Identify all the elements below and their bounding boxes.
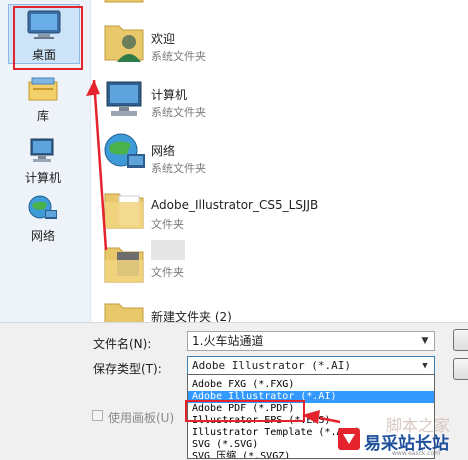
sidebar-item-label: 网络 xyxy=(30,229,55,243)
sidebar-item-library[interactable]: 库 xyxy=(8,76,78,126)
sidebar-item-label: 桌面 xyxy=(31,48,56,62)
folder-icon xyxy=(104,0,144,3)
watermark-logo xyxy=(338,428,360,450)
network-icon xyxy=(28,195,57,219)
arrow-head-left xyxy=(302,410,320,424)
user-folder-icon xyxy=(104,25,144,62)
chevron-down-icon[interactable]: ▼ xyxy=(419,332,431,350)
cancel-button[interactable] xyxy=(453,358,468,380)
arrow-head-up xyxy=(86,80,100,96)
sidebar-item-label: 计算机 xyxy=(24,171,61,185)
logo-icon xyxy=(343,434,355,444)
sidebar-item-computer[interactable]: 计算机 xyxy=(8,136,78,186)
computer-icon xyxy=(30,138,54,162)
library-icon xyxy=(28,77,58,101)
sidebar-item-desktop[interactable]: 桌面 xyxy=(8,4,80,64)
chevron-down-icon[interactable]: ▼ xyxy=(419,357,431,375)
file-name: 欢迎 xyxy=(151,32,176,46)
arrow-to-pdf xyxy=(319,416,341,424)
sidebar-item-network[interactable]: 网络 xyxy=(8,194,78,246)
annotation-arrows xyxy=(86,79,341,424)
watermark-url: www.easck.com xyxy=(392,450,441,457)
arrow-to-desktop xyxy=(92,79,106,223)
save-button[interactable] xyxy=(453,329,468,351)
list-item[interactable] xyxy=(91,0,468,10)
desktop-icon xyxy=(27,10,61,39)
sidebar-item-label: 库 xyxy=(36,109,49,123)
